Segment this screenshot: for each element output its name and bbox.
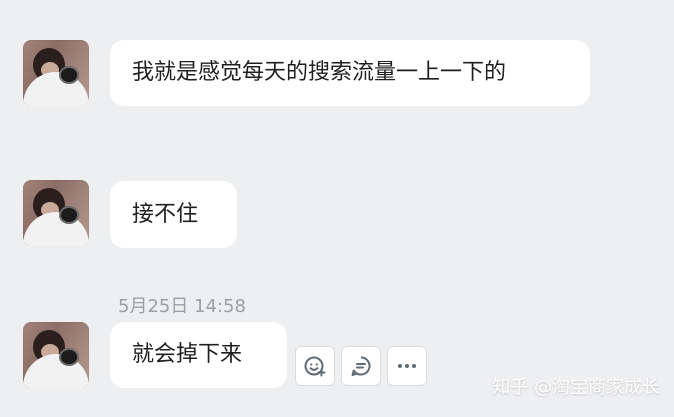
emoji-add-icon: [304, 356, 326, 377]
message-bubble[interactable]: 我就是感觉每天的搜索流量一上一下的: [110, 40, 590, 106]
quote-reply-icon: [351, 356, 371, 376]
more-options-button[interactable]: [387, 346, 427, 386]
sender-avatar[interactable]: [23, 40, 89, 106]
more-options-icon: [398, 364, 416, 368]
message-bubble[interactable]: 接不住: [110, 181, 237, 248]
sender-avatar[interactable]: [23, 322, 89, 388]
message-text: 就会掉下来: [132, 342, 243, 367]
watermark: 知乎 @淘宝商家成长: [492, 377, 660, 398]
message-bubble[interactable]: 就会掉下来: [110, 322, 287, 388]
message-text: 接不住: [132, 201, 199, 227]
message-timestamp: 5月25日 14:58: [118, 296, 246, 317]
sender-avatar[interactable]: [23, 180, 89, 246]
message-text: 我就是感觉每天的搜索流量一上一下的: [132, 60, 507, 85]
add-reaction-button[interactable]: [295, 346, 335, 386]
quote-reply-button[interactable]: [341, 346, 381, 386]
message-actions: [295, 346, 427, 386]
